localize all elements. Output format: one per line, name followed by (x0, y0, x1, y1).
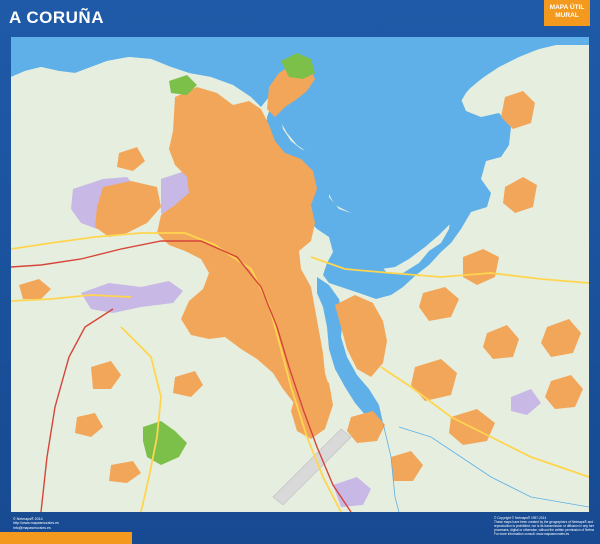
footer-accent-strip (0, 532, 132, 544)
footer-right-line: For more information consult: www.mapasm… (494, 532, 570, 536)
footer-copyright: © Copyright © Netmaps® 1997-2014 These m… (494, 516, 594, 536)
map-title: A CORUÑA (9, 8, 104, 27)
map-header: A CORUÑA MAPA ÚTIL MURAL (0, 0, 600, 36)
map-svg[interactable] (11, 37, 589, 512)
footer-left-line: info@mapasmurales.es (13, 525, 51, 530)
map-canvas[interactable] (11, 37, 589, 512)
badge-line2: MURAL (555, 12, 579, 19)
badge-line1: MAPA ÚTIL (549, 4, 585, 11)
footer-credits: © Netmaps® 2014 http://www.mapasmurales.… (13, 517, 133, 530)
brand-badge: MAPA ÚTIL MURAL (544, 0, 590, 26)
